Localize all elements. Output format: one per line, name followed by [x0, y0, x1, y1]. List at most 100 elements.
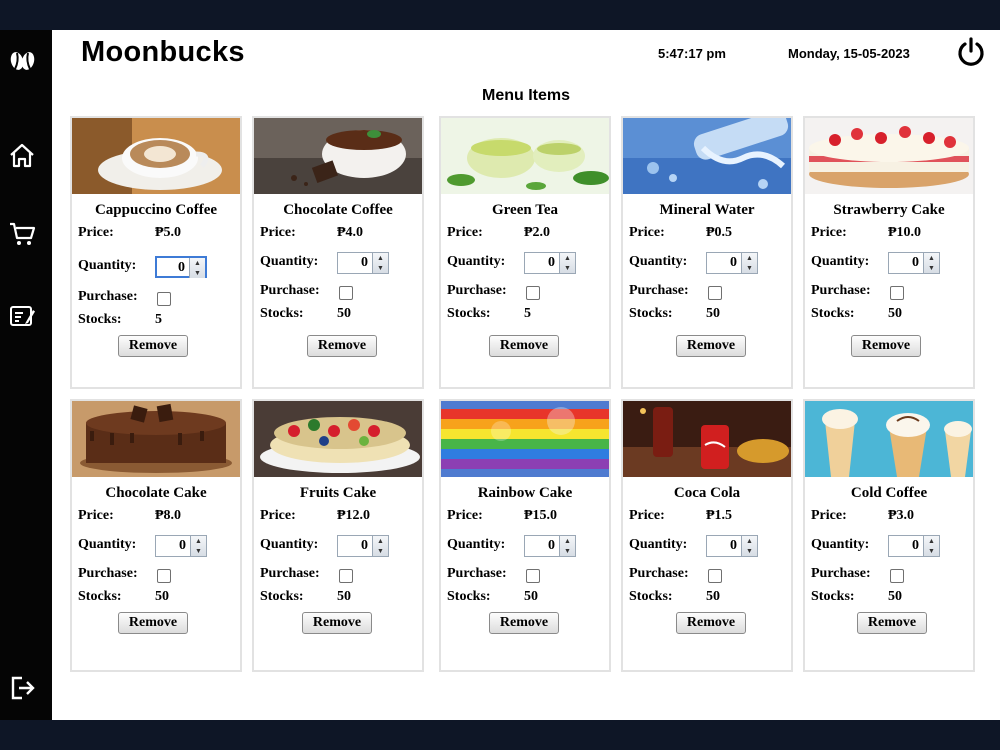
product-name: Coca Cola: [673, 485, 741, 501]
product-name: Mineral Water: [659, 202, 755, 218]
app-window: Moonbucks 5:47:17 pm Monday, 15-05-2023 …: [0, 30, 1000, 720]
decrement-arrow-icon[interactable]: ▼: [742, 546, 757, 556]
increment-arrow-icon[interactable]: ▲: [924, 253, 939, 263]
quantity-value: 0: [178, 260, 185, 275]
decrement-arrow-icon[interactable]: ▼: [373, 546, 388, 556]
quantity-label: Quantity:: [78, 258, 137, 273]
decrement-arrow-icon[interactable]: ▼: [560, 263, 575, 273]
price-value: ₱5.0: [155, 225, 182, 240]
product-image: [441, 118, 609, 194]
quantity-value: 0: [730, 538, 737, 553]
remove-button[interactable]: Remove: [118, 612, 188, 634]
purchase-checkbox[interactable]: [339, 286, 353, 300]
decrement-arrow-icon[interactable]: ▼: [742, 263, 757, 273]
quantity-label: Quantity:: [447, 254, 506, 269]
remove-button[interactable]: Remove: [676, 335, 746, 357]
clock: 5:47:17 pm: [658, 46, 726, 61]
cart-icon[interactable]: [6, 218, 38, 250]
stepper-arrows[interactable]: ▲ ▼: [741, 536, 757, 556]
stepper-arrows[interactable]: ▲ ▼: [559, 253, 575, 273]
product-name: Fruits Cake: [299, 485, 377, 501]
quantity-stepper[interactable]: 0 ▲ ▼: [888, 535, 940, 557]
stocks-label: Stocks:: [447, 589, 491, 604]
home-icon[interactable]: [6, 140, 38, 172]
decrement-arrow-icon[interactable]: ▼: [373, 263, 388, 273]
price-label: Price:: [629, 508, 665, 523]
menu-item-card: Fruits Cake Price: ₱12.0 Quantity: 0 ▲ ▼ …: [252, 399, 424, 672]
remove-button[interactable]: Remove: [857, 612, 927, 634]
increment-arrow-icon[interactable]: ▲: [742, 536, 757, 546]
quantity-stepper[interactable]: 0 ▲ ▼: [337, 535, 389, 557]
price-label: Price:: [629, 225, 665, 240]
price-label: Price:: [447, 225, 483, 240]
purchase-label: Purchase:: [447, 566, 507, 581]
quantity-stepper[interactable]: 0 ▲ ▼: [155, 535, 207, 557]
purchase-checkbox[interactable]: [708, 569, 722, 583]
power-icon[interactable]: [955, 36, 987, 68]
remove-button[interactable]: Remove: [676, 612, 746, 634]
increment-arrow-icon[interactable]: ▲: [373, 536, 388, 546]
stepper-arrows[interactable]: ▲ ▼: [923, 536, 939, 556]
quantity-stepper[interactable]: 0 ▲ ▼: [888, 252, 940, 274]
quantity-stepper[interactable]: 0 ▲ ▼: [524, 252, 576, 274]
stepper-arrows[interactable]: ▲ ▼: [559, 536, 575, 556]
quantity-stepper[interactable]: 0 ▲ ▼: [706, 252, 758, 274]
decrement-arrow-icon[interactable]: ▼: [191, 546, 206, 556]
increment-arrow-icon[interactable]: ▲: [190, 258, 205, 268]
remove-button[interactable]: Remove: [489, 335, 559, 357]
purchase-checkbox[interactable]: [339, 569, 353, 583]
remove-button[interactable]: Remove: [302, 612, 372, 634]
stocks-value: 5: [524, 306, 531, 321]
quantity-label: Quantity:: [447, 537, 506, 552]
increment-arrow-icon[interactable]: ▲: [742, 253, 757, 263]
price-label: Price:: [260, 225, 296, 240]
product-image: [72, 118, 240, 194]
quantity-label: Quantity:: [78, 537, 137, 552]
quantity-label: Quantity:: [260, 537, 319, 552]
purchase-checkbox[interactable]: [526, 286, 540, 300]
stocks-value: 50: [337, 306, 351, 321]
quantity-stepper[interactable]: 0 ▲ ▼: [155, 256, 207, 278]
section-title: Menu Items: [481, 87, 570, 104]
purchase-checkbox[interactable]: [708, 286, 722, 300]
quantity-stepper[interactable]: 0 ▲ ▼: [706, 535, 758, 557]
remove-button[interactable]: Remove: [118, 335, 188, 357]
orders-icon[interactable]: [6, 300, 38, 332]
purchase-label: Purchase:: [629, 566, 689, 581]
stepper-arrows[interactable]: ▲ ▼: [372, 253, 388, 273]
quantity-value: 0: [548, 255, 555, 270]
stepper-arrows[interactable]: ▲ ▼: [190, 536, 206, 556]
remove-button[interactable]: Remove: [489, 612, 559, 634]
increment-arrow-icon[interactable]: ▲: [924, 536, 939, 546]
increment-arrow-icon[interactable]: ▲: [560, 253, 575, 263]
decrement-arrow-icon[interactable]: ▼: [924, 263, 939, 273]
purchase-checkbox[interactable]: [526, 569, 540, 583]
purchase-checkbox[interactable]: [890, 569, 904, 583]
purchase-checkbox[interactable]: [157, 292, 171, 306]
stepper-arrows[interactable]: ▲ ▼: [741, 253, 757, 273]
date-display: Monday, 15-05-2023: [788, 46, 910, 61]
quantity-label: Quantity:: [260, 254, 319, 269]
product-name: Strawberry Cake: [833, 202, 945, 218]
decrement-arrow-icon[interactable]: ▼: [190, 268, 205, 278]
remove-button[interactable]: Remove: [851, 335, 921, 357]
increment-arrow-icon[interactable]: ▲: [191, 536, 206, 546]
quantity-value: 0: [548, 538, 555, 553]
decrement-arrow-icon[interactable]: ▼: [924, 546, 939, 556]
increment-arrow-icon[interactable]: ▲: [373, 253, 388, 263]
quantity-stepper[interactable]: 0 ▲ ▼: [337, 252, 389, 274]
quantity-value: 0: [730, 255, 737, 270]
stepper-arrows[interactable]: ▲ ▼: [923, 253, 939, 273]
purchase-checkbox[interactable]: [890, 286, 904, 300]
logout-icon[interactable]: [6, 672, 38, 704]
remove-button[interactable]: Remove: [307, 335, 377, 357]
quantity-stepper[interactable]: 0 ▲ ▼: [524, 535, 576, 557]
bottom-bar: [0, 720, 1000, 750]
decrement-arrow-icon[interactable]: ▼: [560, 546, 575, 556]
stepper-arrows[interactable]: ▲ ▼: [189, 258, 205, 278]
purchase-checkbox[interactable]: [157, 569, 171, 583]
stepper-arrows[interactable]: ▲ ▼: [372, 536, 388, 556]
stocks-label: Stocks:: [811, 306, 855, 321]
increment-arrow-icon[interactable]: ▲: [560, 536, 575, 546]
quantity-value: 0: [361, 255, 368, 270]
